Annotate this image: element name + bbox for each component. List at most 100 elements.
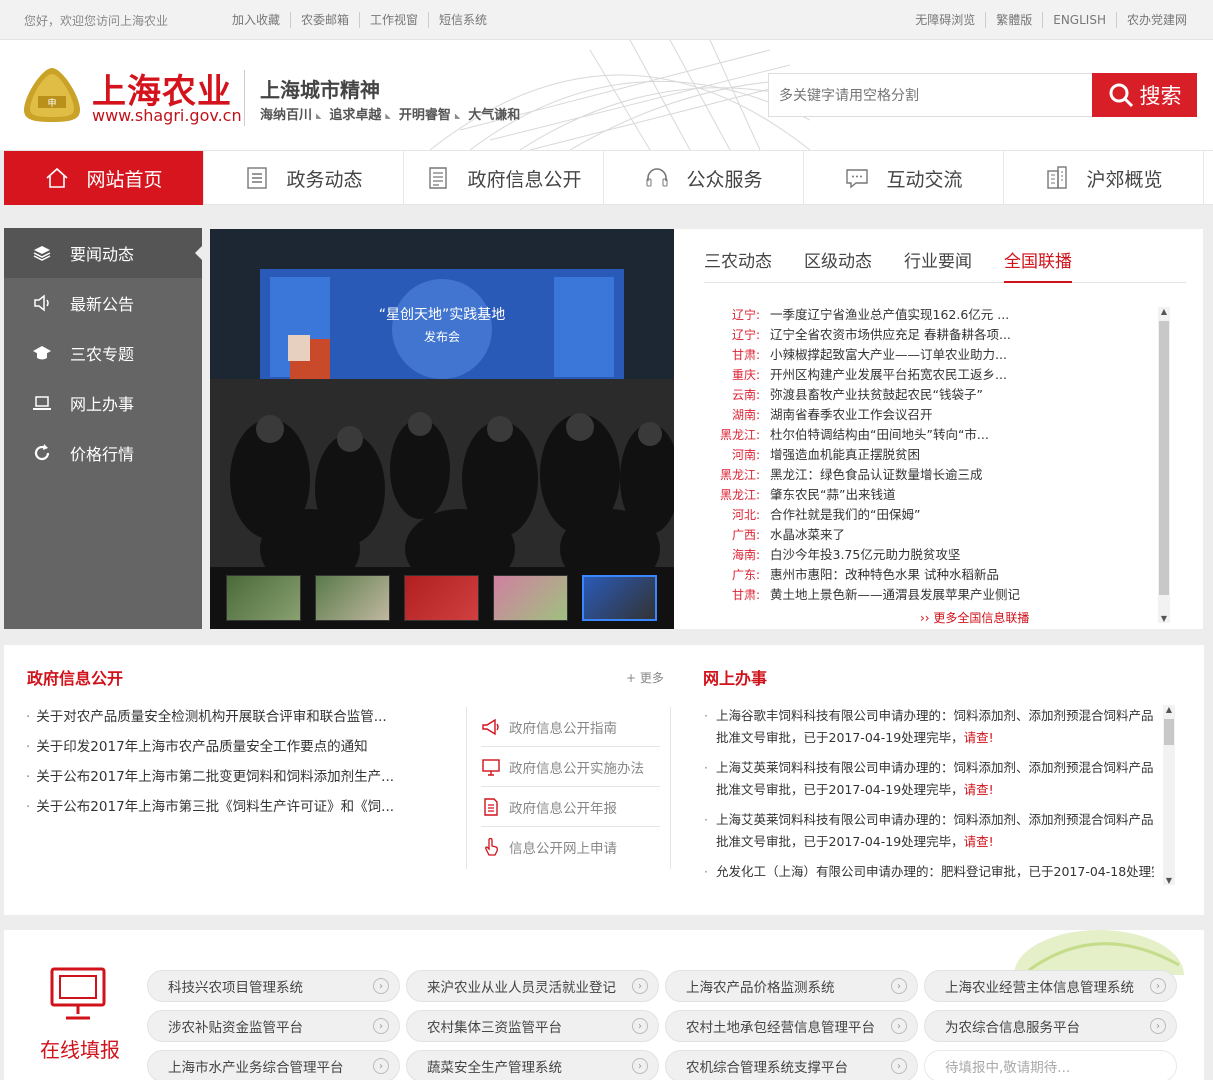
list-item[interactable]: 河南: 增强造血机能真正摆脱贫困 (704, 445, 1144, 465)
info-disclosure-measures-link[interactable]: 政府信息公开实施办法 (481, 747, 660, 787)
sms-system-link[interactable]: 短信系统 (428, 12, 497, 28)
list-item[interactable]: 甘肃: 小辣椒撑起致富大产业——订单农业助力... (704, 345, 1144, 365)
news-title[interactable]: 水晶冰菜来了 (770, 525, 845, 545)
system-link[interactable]: 来沪农业从业人员灵活就业登记 › (406, 970, 659, 1002)
slider-main-image[interactable]: “星创天地”实践基地 发布会 (210, 229, 674, 567)
search-button[interactable]: 搜索 (1092, 73, 1197, 117)
list-item[interactable]: 上海艾英莱饲料科技有限公司申请办理的：饲料添加剂、添加剂预混合饲料产品批准文号审… (704, 757, 1154, 801)
info-disclosure-guide-link[interactable]: 政府信息公开指南 (481, 707, 660, 747)
system-link[interactable]: 农机综合管理系统支撑平台 › (665, 1050, 918, 1080)
list-item[interactable]: 允发化工（上海）有限公司申请办理的：肥料登记审批，已于2017-04-18处理完 (704, 861, 1154, 881)
system-link[interactable]: 为农综合信息服务平台 › (924, 1010, 1177, 1042)
scrollbar-thumb[interactable] (1164, 719, 1174, 745)
check-link[interactable]: 请查! (964, 730, 994, 745)
list-item[interactable]: 广西: 水晶冰菜来了 (704, 525, 1144, 545)
mail-link[interactable]: 农委邮箱 (290, 12, 359, 28)
system-link[interactable]: 农村集体三资监管平台 › (406, 1010, 659, 1042)
slider-thumb[interactable] (493, 575, 568, 621)
news-title[interactable]: 小辣椒撑起致富大产业——订单农业助力... (770, 345, 1007, 365)
online-item-text[interactable]: 上海艾英莱饲料科技有限公司申请办理的：饲料添加剂、添加剂预混合饲料产品批准文号审… (716, 760, 1154, 797)
system-link[interactable]: 蔬菜安全生产管理系统 › (406, 1050, 659, 1080)
english-link[interactable]: ENGLISH (1042, 12, 1116, 28)
list-item[interactable]: 海南: 白沙今年投3.75亿元助力脱贫攻坚 (704, 545, 1144, 565)
system-link[interactable]: 上海农业经营主体信息管理系统 › (924, 970, 1177, 1002)
nav-government-affairs[interactable]: 政务动态 (204, 151, 404, 205)
list-item[interactable]: 上海艾英莱饲料科技有限公司申请办理的：饲料添加剂、添加剂预混合饲料产品批准文号审… (704, 809, 1154, 853)
list-item[interactable]: 关于印发2017年上海市农产品质量安全工作要点的通知 (26, 737, 426, 767)
sidebar-item-online-services[interactable]: 网上办事 (4, 378, 202, 428)
list-item[interactable]: 甘肃: 黄土地上景色新——通渭县发展苹果产业侧记 (704, 585, 1144, 605)
search-input[interactable] (768, 73, 1093, 117)
check-link[interactable]: 请查! (964, 782, 994, 797)
system-link[interactable]: 科技兴农项目管理系统 › (147, 970, 400, 1002)
list-item[interactable]: 重庆: 开州区构建产业发展平台拓宽农民工返乡... (704, 365, 1144, 385)
tab-industry-news[interactable]: 行业要闻 (904, 239, 972, 283)
list-item[interactable]: 云南: 弥渡县畜牧产业扶贫鼓起农民“钱袋子” (704, 385, 1144, 405)
list-item[interactable]: 关于公布2017年上海市第三批《饲料生产许可证》和《饲... (26, 797, 426, 827)
system-link[interactable]: 上海农产品价格监测系统 › (665, 970, 918, 1002)
list-item[interactable]: 黑龙江: 杜尔伯特调结构由“田间地头”转向“市... (704, 425, 1144, 445)
scroll-up-icon[interactable]: ▲ (1163, 705, 1175, 714)
news-title[interactable]: 湖南省春季农业工作会议召开 (770, 405, 933, 425)
party-building-link[interactable]: 农办党建网 (1115, 12, 1197, 28)
list-item[interactable]: 黑龙江: 肇东农民“蒜”出来钱道 (704, 485, 1144, 505)
gov-info-item[interactable]: 关于印发2017年上海市农产品质量安全工作要点的通知 (36, 737, 367, 767)
list-item[interactable]: 关于对农产品质量安全检测机构开展联合评审和联合监管... (26, 707, 426, 737)
news-title[interactable]: 白沙今年投3.75亿元助力脱贫攻坚 (770, 545, 960, 565)
list-item[interactable]: 上海谷歌丰饲料科技有限公司申请办理的：饲料添加剂、添加剂预混合饲料产品批准文号审… (704, 705, 1154, 749)
add-favorite-link[interactable]: 加入收藏 (222, 12, 290, 28)
work-window-link[interactable]: 工作视窗 (359, 12, 428, 28)
nav-info-disclosure[interactable]: 政府信息公开 (404, 151, 604, 205)
news-photo-slider[interactable]: “星创天地”实践基地 发布会 (210, 229, 674, 629)
scroll-down-icon[interactable]: ▼ (1163, 876, 1175, 885)
system-link[interactable]: 上海市水产业务综合管理平台 › (147, 1050, 400, 1080)
check-link[interactable]: 请查! (964, 834, 994, 849)
sidebar-item-prices[interactable]: 价格行情 (4, 428, 202, 478)
accessibility-link[interactable]: 无障碍浏览 (905, 12, 985, 28)
online-item-text[interactable]: 上海谷歌丰饲料科技有限公司申请办理的：饲料添加剂、添加剂预混合饲料产品批准文号审… (716, 708, 1154, 745)
list-item[interactable]: 河北: 合作社就是我们的“田保姆” (704, 505, 1144, 525)
info-disclosure-online-apply-link[interactable]: 信息公开网上申请 (481, 827, 660, 867)
gov-info-item[interactable]: 关于对农产品质量安全检测机构开展联合评审和联合监管... (36, 707, 386, 737)
news-title[interactable]: 肇东农民“蒜”出来钱道 (770, 485, 895, 505)
slider-thumb[interactable] (315, 575, 390, 621)
sidebar-item-headline-news[interactable]: 要闻动态 (4, 228, 203, 278)
list-item[interactable]: 关于公布2017年上海市第二批变更饲料和饲料添加剂生产... (26, 767, 426, 797)
traditional-chinese-link[interactable]: 繁體版 (985, 12, 1042, 28)
info-disclosure-annual-report-link[interactable]: 政府信息公开年报 (481, 787, 660, 827)
list-item[interactable]: 湖南: 湖南省春季农业工作会议召开 (704, 405, 1144, 425)
list-item[interactable]: 辽宁: 辽宁全省农资市场供应充足 春耕备耕各项... (704, 325, 1144, 345)
nav-home[interactable]: 网站首页 (4, 151, 204, 205)
tab-agriculture-news[interactable]: 三农动态 (704, 239, 772, 283)
gov-info-more-link[interactable]: + 更多 (626, 669, 664, 686)
system-link[interactable]: 涉农补贴资金监管平台 › (147, 1010, 400, 1042)
slider-thumb-selected[interactable] (582, 575, 657, 621)
scrollbar-thumb[interactable] (1159, 321, 1169, 595)
news-title[interactable]: 惠州市惠阳：改种特色水果 试种水稻新品 (770, 565, 999, 585)
slider-thumb[interactable] (404, 575, 479, 621)
news-title[interactable]: 黑龙江：绿色食品认证数量增长逾三成 (770, 465, 983, 485)
news-title[interactable]: 增强造血机能真正摆脱贫困 (770, 445, 920, 465)
news-title[interactable]: 辽宁全省农资市场供应充足 春耕备耕各项... (770, 325, 1011, 345)
news-title[interactable]: 开州区构建产业发展平台拓宽农民工返乡... (770, 365, 1007, 385)
scroll-up-icon[interactable]: ▲ (1158, 307, 1170, 316)
list-item[interactable]: 广东: 惠州市惠阳：改种特色水果 试种水稻新品 (704, 565, 1144, 585)
online-item-text[interactable]: 上海艾英莱饲料科技有限公司申请办理的：饲料添加剂、添加剂预混合饲料产品批准文号审… (716, 812, 1154, 849)
tab-district-news[interactable]: 区级动态 (804, 239, 872, 283)
news-title[interactable]: 杜尔伯特调结构由“田间地头”转向“市... (770, 425, 989, 445)
sidebar-item-announcements[interactable]: 最新公告 (4, 278, 202, 328)
nav-interaction[interactable]: 互动交流 (804, 151, 1004, 205)
gov-info-item[interactable]: 关于公布2017年上海市第二批变更饲料和饲料添加剂生产... (36, 767, 394, 797)
nav-suburb-overview[interactable]: 沪郊概览 (1004, 151, 1204, 205)
news-title[interactable]: 一季度辽宁省渔业总产值实现162.6亿元 ... (770, 305, 1009, 325)
nav-public-service[interactable]: 公众服务 (604, 151, 804, 205)
scroll-down-icon[interactable]: ▼ (1158, 614, 1170, 623)
list-item[interactable]: 黑龙江: 黑龙江：绿色食品认证数量增长逾三成 (704, 465, 1144, 485)
news-title[interactable]: 黄土地上景色新——通渭县发展苹果产业侧记 (770, 585, 1020, 605)
news-scrollbar[interactable]: ▲ ▼ (1158, 307, 1170, 623)
sidebar-item-agriculture-topics[interactable]: 三农专题 (4, 328, 202, 378)
slider-thumb[interactable] (226, 575, 301, 621)
online-item-text[interactable]: 允发化工（上海）有限公司申请办理的：肥料登记审批，已于2017-04-18处理完 (716, 864, 1154, 879)
more-national-news-link[interactable]: ›› 更多全国信息联播 (920, 609, 1029, 626)
system-link[interactable]: 农村土地承包经营信息管理平台 › (665, 1010, 918, 1042)
